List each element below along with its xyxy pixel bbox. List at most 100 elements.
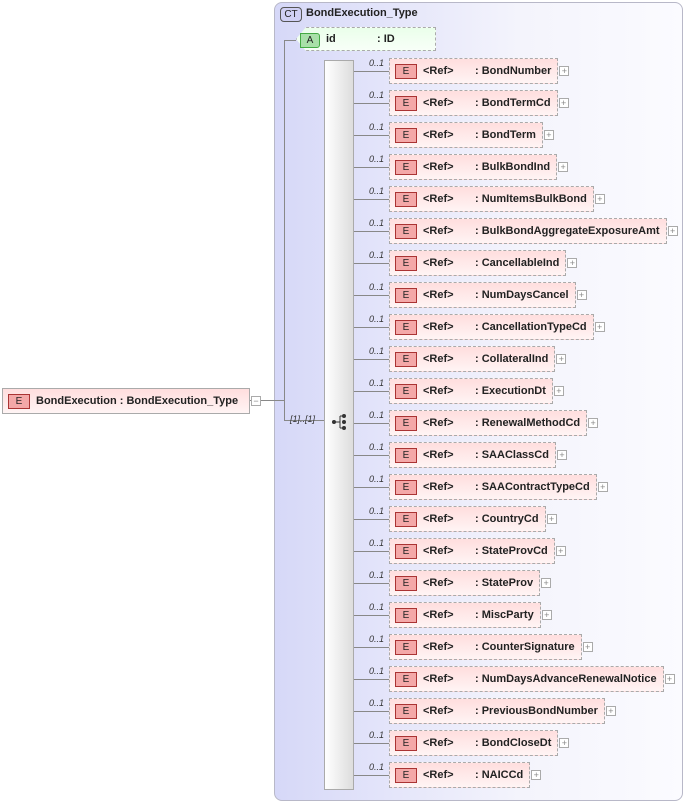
element-row: E <Ref> : NumDaysAdvanceRenewalNotice +: [389, 666, 675, 692]
connector: [354, 263, 389, 264]
element-type: : BondCloseDt: [475, 737, 552, 749]
element-ref: <Ref>: [423, 609, 454, 621]
element-box[interactable]: E <Ref> : NumItemsBulkBond: [389, 186, 594, 212]
element-badge: E: [395, 447, 417, 463]
element-ref: <Ref>: [423, 641, 454, 653]
element-type: : ExecutionDt: [475, 385, 546, 397]
element-type: : CancellationTypeCd: [475, 321, 587, 333]
element-box[interactable]: E <Ref> : BulkBondAggregateExposureAmt: [389, 218, 667, 244]
element-badge: E: [395, 159, 417, 175]
element-ref: <Ref>: [423, 193, 454, 205]
connector: [354, 455, 389, 456]
element-box[interactable]: E <Ref> : SAAClassCd: [389, 442, 556, 468]
element-box[interactable]: E <Ref> : BondCloseDt: [389, 730, 559, 756]
element-box[interactable]: E <Ref> : CounterSignature: [389, 634, 582, 660]
element-badge: E: [395, 511, 417, 527]
element-type: : RenewalMethodCd: [475, 417, 581, 429]
element-box[interactable]: E <Ref> : MiscParty: [389, 602, 541, 628]
element-badge: E: [395, 703, 417, 719]
attribute-name: id: [326, 33, 336, 45]
expand-icon[interactable]: +: [567, 258, 578, 268]
expand-icon[interactable]: +: [531, 770, 542, 780]
element-badge: E: [395, 63, 417, 79]
expand-icon[interactable]: +: [594, 194, 605, 204]
element-row: E <Ref> : BondCloseDt +: [389, 730, 570, 756]
expand-icon[interactable]: +: [605, 706, 616, 716]
element-badge: E: [395, 191, 417, 207]
root-element[interactable]: E BondExecution : BondExecution_Type: [2, 388, 250, 414]
expand-icon[interactable]: +: [559, 738, 570, 748]
expand-icon[interactable]: +: [597, 482, 608, 492]
attribute-badge: A: [300, 33, 320, 48]
element-type: : BulkBondAggregateExposureAmt: [475, 225, 660, 237]
element-type: : BondTermCd: [475, 97, 551, 109]
expand-icon[interactable]: +: [588, 418, 599, 428]
expand-icon[interactable]: +: [576, 290, 587, 300]
connector: [354, 71, 389, 72]
element-box[interactable]: E <Ref> : RenewalMethodCd: [389, 410, 588, 436]
element-cardinality: 0..1: [369, 378, 385, 388]
element-box[interactable]: E <Ref> : CollateralInd: [389, 346, 556, 372]
expand-icon[interactable]: +: [594, 322, 605, 332]
connector: [354, 679, 389, 680]
element-badge: E: [395, 607, 417, 623]
element-cardinality: 0..1: [369, 314, 385, 324]
element-ref: <Ref>: [423, 129, 454, 141]
complex-type-badge: CT: [280, 7, 302, 22]
element-ref: <Ref>: [423, 481, 454, 493]
expand-icon[interactable]: +: [558, 98, 569, 108]
connector: [354, 519, 389, 520]
element-box[interactable]: E <Ref> : NAICCd: [389, 762, 531, 788]
element-box[interactable]: E <Ref> : CancellableInd: [389, 250, 567, 276]
element-row: E <Ref> : NumItemsBulkBond +: [389, 186, 605, 212]
element-box[interactable]: E <Ref> : NumDaysCancel: [389, 282, 576, 308]
element-type: : CancellableInd: [475, 257, 560, 269]
attribute-type: : ID: [377, 33, 395, 45]
collapse-icon[interactable]: −: [251, 396, 261, 406]
element-box[interactable]: E <Ref> : SAAContractTypeCd: [389, 474, 597, 500]
element-ref: <Ref>: [423, 289, 454, 301]
element-cardinality: 0..1: [369, 58, 385, 68]
element-box[interactable]: E <Ref> : PreviousBondNumber: [389, 698, 605, 724]
element-box[interactable]: E <Ref> : BondTermCd: [389, 90, 558, 116]
element-ref: <Ref>: [423, 737, 454, 749]
element-row: E <Ref> : RenewalMethodCd +: [389, 410, 599, 436]
expand-icon[interactable]: +: [559, 66, 570, 76]
element-cardinality: 0..1: [369, 634, 385, 644]
element-type: : CountryCd: [475, 513, 539, 525]
element-box[interactable]: E <Ref> : BondNumber: [389, 58, 559, 84]
element-badge: E: [395, 671, 417, 687]
element-cardinality: 0..1: [369, 698, 385, 708]
element-badge: E: [395, 479, 417, 495]
expand-icon[interactable]: +: [664, 674, 675, 684]
element-badge: E: [395, 223, 417, 239]
expand-icon[interactable]: +: [541, 610, 552, 620]
element-box[interactable]: E <Ref> : StateProv: [389, 570, 541, 596]
expand-icon[interactable]: +: [543, 130, 554, 140]
expand-icon[interactable]: +: [555, 546, 566, 556]
element-box[interactable]: E <Ref> : StateProvCd: [389, 538, 555, 564]
element-box[interactable]: E <Ref> : ExecutionDt: [389, 378, 553, 404]
connector: [354, 583, 389, 584]
element-box[interactable]: E <Ref> : CountryCd: [389, 506, 546, 532]
expand-icon[interactable]: +: [558, 162, 569, 172]
element-row: E <Ref> : MiscParty +: [389, 602, 552, 628]
expand-icon[interactable]: +: [541, 578, 552, 588]
element-type: : SAAContractTypeCd: [475, 481, 590, 493]
element-cardinality: 0..1: [369, 570, 385, 580]
element-cardinality: 0..1: [369, 538, 385, 548]
expand-icon[interactable]: +: [553, 386, 564, 396]
expand-icon[interactable]: +: [582, 642, 593, 652]
element-box[interactable]: E <Ref> : BulkBondInd: [389, 154, 558, 180]
expand-icon[interactable]: +: [556, 450, 567, 460]
element-box[interactable]: E <Ref> : CancellationTypeCd: [389, 314, 594, 340]
expand-icon[interactable]: +: [667, 226, 678, 236]
element-box[interactable]: E <Ref> : NumDaysAdvanceRenewalNotice: [389, 666, 664, 692]
element-ref: <Ref>: [423, 417, 454, 429]
connector: [354, 775, 389, 776]
expand-icon[interactable]: +: [556, 354, 567, 364]
root-element-name: BondExecution: [36, 395, 117, 407]
element-box[interactable]: E <Ref> : BondTerm: [389, 122, 543, 148]
expand-icon[interactable]: +: [546, 514, 557, 524]
connector: [354, 231, 389, 232]
